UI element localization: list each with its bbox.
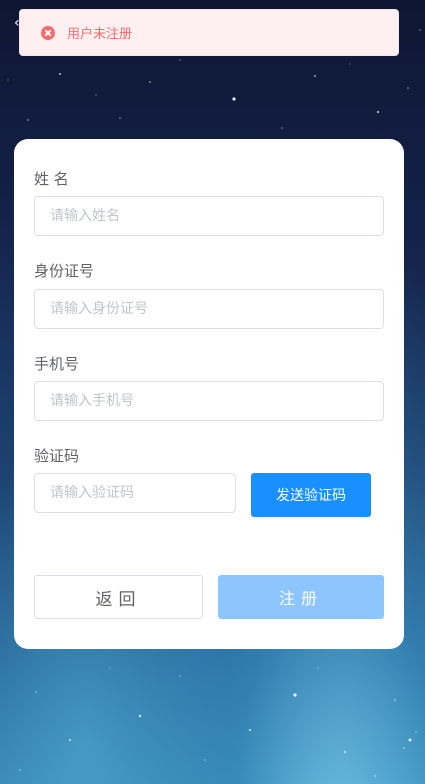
phone-input[interactable] [34, 381, 384, 421]
code-input[interactable] [34, 473, 236, 513]
id-number-label: 身份证号 [34, 262, 95, 280]
id-number-input[interactable] [34, 289, 384, 329]
register-form-card: 姓 名 身份证号 手机号 验证码 发送验证码 返回 注册 [14, 139, 404, 649]
name-label: 姓 名 [34, 170, 69, 188]
code-label: 验证码 [34, 447, 80, 465]
back-button[interactable]: 返回 [34, 575, 203, 619]
name-input[interactable] [34, 196, 384, 236]
register-button[interactable]: 注册 [218, 575, 384, 619]
error-toast: 用户未注册 [19, 9, 399, 56]
send-code-button[interactable]: 发送验证码 [251, 473, 371, 517]
error-circle-icon [41, 25, 55, 40]
toast-message: 用户未注册 [67, 27, 133, 42]
phone-label: 手机号 [34, 355, 80, 373]
